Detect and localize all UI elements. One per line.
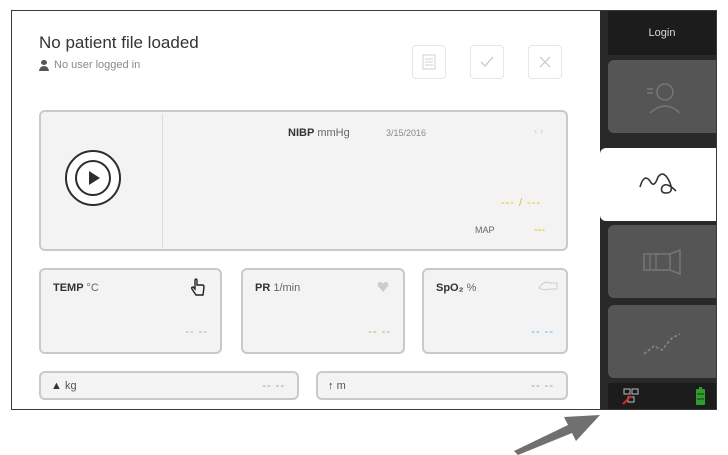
confirm-button[interactable] [470,45,504,79]
waveform-icon [639,172,677,194]
nibp-timestamp: 3/15/2016 [386,128,427,138]
network-alert-icon[interactable] [622,387,642,405]
close-button[interactable] [528,45,562,79]
list-button[interactable] [412,45,446,79]
weight-field[interactable]: ▲ kg -- -- [39,371,299,400]
pr-panel[interactable]: PR 1/min -- -- [241,268,405,354]
divider [162,114,163,248]
height-value: -- -- [531,380,554,392]
status-bar [608,383,716,409]
weight-label: ▲ kg [51,380,77,392]
start-nibp-button[interactable] [65,150,121,206]
weight-icon: ▲ [51,380,62,392]
trend-tab[interactable] [608,305,716,378]
login-button[interactable]: Login [608,11,716,55]
temp-panel[interactable]: TEMP °C -- -- [39,268,222,354]
nibp-value: --- / --- [501,197,542,209]
cuff-icon [643,248,681,275]
temp-value: -- -- [185,326,208,338]
pr-value: -- -- [368,326,391,338]
pointer-arrow [514,415,600,455]
spo2-label: SpO₂ % [436,282,477,294]
battery-icon [696,387,705,405]
play-icon [75,160,111,196]
device-screen: No patient file loaded No user logged in [11,10,717,410]
check-icon [480,56,494,68]
pr-label: PR 1/min [255,282,301,294]
list-icon [422,54,436,70]
nibp-label: NIBP mmHg [288,127,350,139]
trend-icon [643,332,681,355]
sort-arrows-icon: ‹ › [534,126,544,137]
heart-icon [377,282,389,292]
close-icon [539,56,551,68]
patient-icon [647,82,681,114]
user-status-text: No user logged in [54,59,141,71]
spo2-panel[interactable]: SpO₂ % -- -- [422,268,568,354]
page-title: No patient file loaded [39,33,199,52]
height-label: ↑ m [328,380,346,392]
user-icon [39,59,49,71]
user-status: No user logged in [39,59,140,71]
spo2-value: -- -- [531,326,554,338]
height-icon: ↑ [328,380,334,392]
patient-tab[interactable] [608,60,716,133]
pulse-ox-icon [538,281,558,291]
map-label: MAP [475,225,495,235]
protocol-tab[interactable] [608,225,716,298]
monitor-tab[interactable] [600,148,716,221]
height-field[interactable]: ↑ m -- -- [316,371,568,400]
weight-value: -- -- [262,380,285,392]
nibp-panel[interactable]: NIBP mmHg 3/15/2016 ‹ › --- / --- MAP --… [39,110,568,251]
sidebar: Login [600,11,716,409]
map-value: --- [534,224,545,236]
hand-pointer-icon [190,278,205,296]
main-panel: No patient file loaded No user logged in [12,11,600,409]
temp-label: TEMP °C [53,282,99,294]
